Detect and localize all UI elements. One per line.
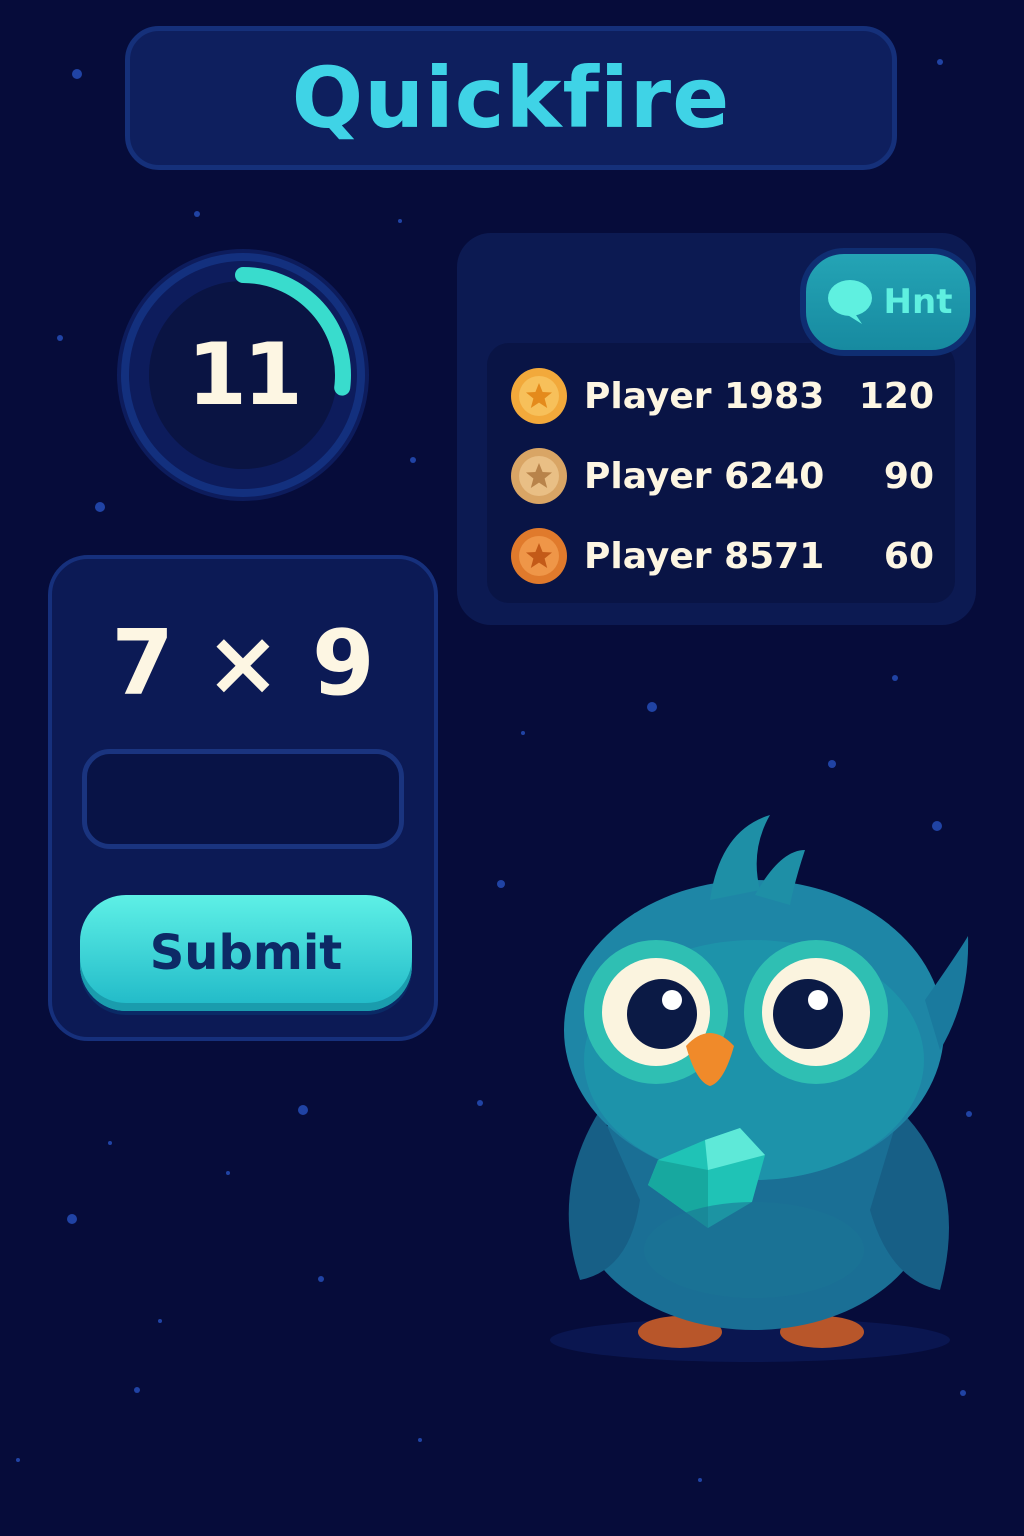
silver-medal-icon [511,448,567,504]
star-dot [57,335,63,341]
star-dot [828,760,836,768]
game-title: Quickfire [291,49,731,147]
gold-medal-icon [511,368,567,424]
star-dot [398,219,402,223]
submit-button[interactable]: Submit [80,895,412,1011]
player-score: 120 [858,375,934,417]
star-dot [521,731,525,735]
bronze-medal-icon [511,528,567,584]
star-dot [410,457,416,463]
star-dot [95,502,105,512]
timer-seconds: 11 [187,325,303,425]
star-dot [226,1171,230,1175]
star-dot [194,211,200,217]
player-name: Player 6240 [584,455,825,497]
star-dot [67,1214,77,1224]
hint-button[interactable]: Hnt [800,248,976,356]
star-dot [892,675,898,681]
star-dot [937,59,943,65]
star-dot [960,1390,966,1396]
star-dot [298,1105,308,1115]
star-dot [698,1478,702,1482]
star-dot [16,1458,20,1462]
star-dot [477,1100,483,1106]
star-dot [497,880,505,888]
star-dot [318,1276,324,1282]
star-dot [108,1141,112,1145]
star-dot [158,1319,162,1323]
player-score: 60 [883,535,934,577]
countdown-timer: 11 [115,247,371,503]
star-dot [418,1438,422,1442]
speech-bubble-icon [827,280,872,324]
star-dot [134,1387,140,1393]
question-prompt: 7 × 9 [111,611,375,716]
leaderboard-row: Player 1983 120 [510,364,934,428]
player-score: 90 [883,455,934,497]
answer-input[interactable] [82,749,404,849]
star-dot [647,702,657,712]
player-name: Player 8571 [584,535,825,577]
star-dot [72,69,82,79]
question-card: 7 × 9 Submit [48,555,438,1041]
leaderboard-row: Player 8571 60 [510,524,934,588]
leaderboard-row: Player 6240 90 [510,444,934,508]
owl-with-gem-icon [550,815,969,1362]
hint-label: Hnt [883,282,953,322]
player-name: Player 1983 [584,375,825,417]
title-banner: Quickfire [125,26,897,170]
